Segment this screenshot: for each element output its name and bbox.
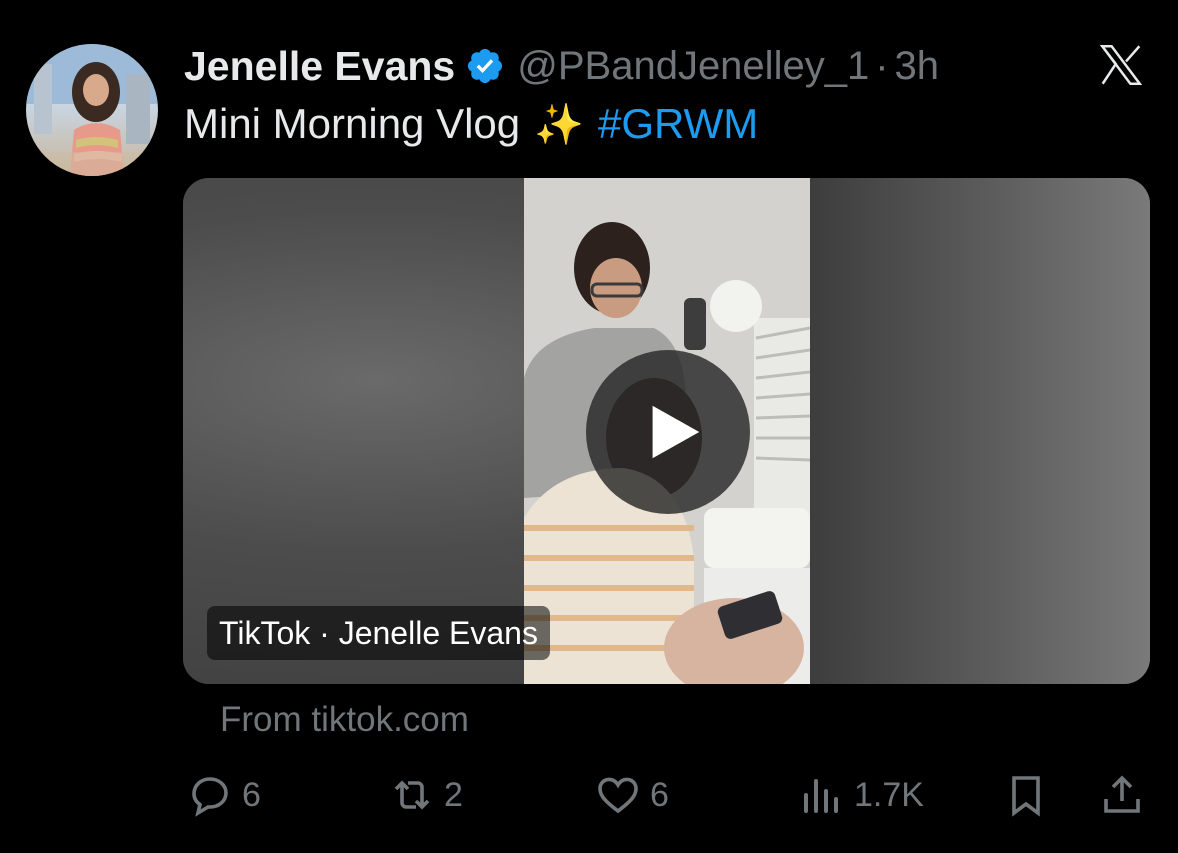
link-source-text[interactable]: From tiktok.com bbox=[220, 700, 469, 740]
play-icon bbox=[652, 405, 700, 459]
tweet-body: Mini Morning Vlog bbox=[184, 100, 521, 147]
heart-icon bbox=[598, 777, 638, 814]
sparkles-emoji: ✨ bbox=[534, 102, 584, 147]
reply-icon bbox=[192, 777, 228, 817]
author-name[interactable]: Jenelle Evans bbox=[184, 43, 455, 90]
repost-count: 2 bbox=[444, 775, 463, 814]
views-count: 1.7K bbox=[854, 775, 924, 814]
repost-button[interactable]: 2 bbox=[388, 762, 463, 828]
repost-icon bbox=[394, 780, 430, 810]
reply-count: 6 bbox=[242, 775, 261, 814]
bookmark-button[interactable] bbox=[1002, 762, 1050, 828]
avatar-photo bbox=[26, 44, 158, 176]
author-handle[interactable]: @PBandJenelley_1 bbox=[517, 44, 869, 89]
analytics-icon bbox=[804, 779, 838, 813]
like-count: 6 bbox=[650, 775, 669, 814]
like-button[interactable]: 6 bbox=[594, 762, 669, 828]
video-embed[interactable]: TikTok · Jenelle Evans bbox=[183, 178, 1150, 684]
hashtag-link[interactable]: #GRWM bbox=[598, 100, 758, 148]
bookmark-icon bbox=[1012, 776, 1040, 817]
avatar[interactable] bbox=[26, 44, 158, 176]
share-icon bbox=[1104, 775, 1140, 813]
verified-badge-icon bbox=[468, 48, 503, 84]
timestamp[interactable]: 3h bbox=[895, 44, 940, 89]
tweet-header: Jenelle Evans @PBandJenelley_1 · 3h bbox=[184, 38, 939, 94]
blurred-background-right bbox=[810, 178, 1150, 684]
action-bar: 6 2 6 1.7K bbox=[0, 762, 1178, 828]
play-button[interactable] bbox=[586, 350, 750, 514]
reply-button[interactable]: 6 bbox=[186, 762, 261, 828]
share-button[interactable] bbox=[1098, 762, 1146, 828]
x-logo-icon[interactable] bbox=[1096, 40, 1146, 90]
views-button[interactable]: 1.7K bbox=[798, 762, 924, 828]
tweet-text: Mini Morning Vlog ✨ #GRWM bbox=[184, 96, 758, 152]
video-source-badge: TikTok · Jenelle Evans bbox=[207, 606, 550, 660]
separator-dot: · bbox=[875, 43, 889, 88]
